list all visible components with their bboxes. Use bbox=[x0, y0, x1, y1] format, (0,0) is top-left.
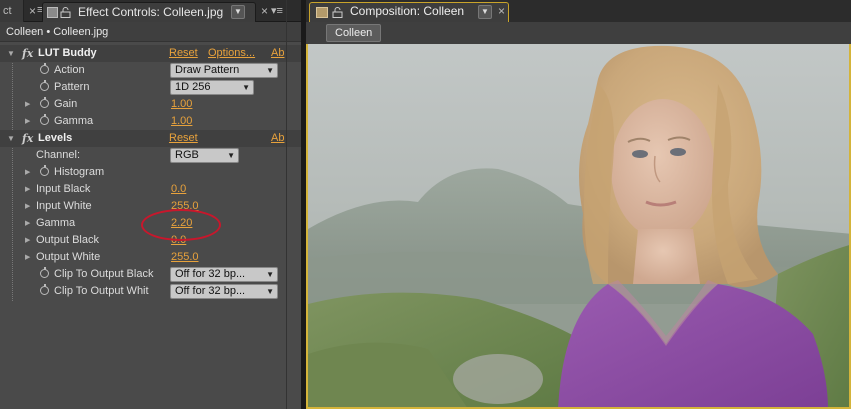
dropdown-value: Off for 32 bp... bbox=[175, 285, 246, 297]
expand-triangle-icon[interactable]: ▶ bbox=[25, 232, 33, 249]
prop-label: Histogram bbox=[54, 166, 105, 178]
prop-label: Channel: bbox=[36, 149, 81, 161]
stopwatch-icon[interactable] bbox=[40, 114, 49, 125]
composition-icon bbox=[316, 7, 328, 18]
tab-effect-controls[interactable]: Effect Controls: Colleen.jpg ▼ bbox=[42, 2, 256, 22]
fx-icon[interactable]: fx bbox=[22, 130, 33, 147]
output-white-value[interactable]: 255.0 bbox=[171, 249, 199, 266]
composition-nav-bar: Colleen bbox=[306, 22, 851, 44]
composition-panel: Composition: Colleen ▼ × Colleen bbox=[306, 0, 851, 409]
expand-triangle-icon[interactable]: ▶ bbox=[25, 164, 33, 181]
tab-composition-label: Composition: Colleen bbox=[350, 4, 465, 18]
panel-menu-icon-right[interactable]: ▾≡ bbox=[271, 4, 283, 17]
effect-name: LUT Buddy bbox=[38, 47, 97, 59]
right-tab-bar: Composition: Colleen ▼ × bbox=[306, 0, 851, 22]
chevron-down-icon: ▼ bbox=[266, 287, 274, 296]
annotation-ellipse bbox=[141, 209, 221, 241]
prop-label: Gamma bbox=[36, 217, 76, 229]
prop-clip-white: Clip To Output Whit Off for 32 bp... ▼ bbox=[0, 283, 301, 300]
about-link[interactable]: Ab bbox=[271, 45, 284, 62]
lock-icon[interactable] bbox=[332, 7, 343, 18]
effect-controls-panel: ct × ≡ Effect Controls: Colleen.jpg ▼ × … bbox=[0, 0, 301, 409]
prop-channel: Channel: RGB ▼ bbox=[0, 147, 301, 164]
channel-dropdown[interactable]: RGB ▼ bbox=[170, 148, 239, 163]
clip-black-dropdown[interactable]: Off for 32 bp... ▼ bbox=[170, 267, 278, 282]
reset-link[interactable]: Reset bbox=[169, 45, 198, 62]
expand-triangle-icon[interactable]: ▶ bbox=[25, 181, 33, 198]
expand-triangle-icon[interactable]: ▼ bbox=[7, 130, 15, 147]
prop-clip-black: Clip To Output Black Off for 32 bp... ▼ bbox=[0, 266, 301, 283]
chevron-down-icon: ▼ bbox=[242, 83, 250, 92]
prop-pattern: Pattern 1D 256 ▼ bbox=[0, 79, 301, 96]
dropdown-value: Draw Pattern bbox=[175, 64, 240, 76]
prop-label: Output White bbox=[36, 251, 101, 263]
chevron-down-icon: ▼ bbox=[227, 151, 235, 160]
prop-action: Action Draw Pattern ▼ bbox=[0, 62, 301, 79]
action-dropdown[interactable]: Draw Pattern ▼ bbox=[170, 63, 278, 78]
dropdown-value: 1D 256 bbox=[175, 81, 211, 93]
tab-close-icon[interactable]: × bbox=[261, 5, 268, 17]
prop-label: Gain bbox=[54, 98, 78, 110]
composition-viewer[interactable] bbox=[306, 44, 851, 409]
prop-label: Action bbox=[54, 64, 85, 76]
input-black-value[interactable]: 0.0 bbox=[171, 181, 186, 198]
expand-triangle-icon[interactable]: ▶ bbox=[25, 96, 33, 113]
breadcrumb: Colleen • Colleen.jpg bbox=[0, 22, 301, 42]
stub-close-icon[interactable]: × bbox=[29, 5, 36, 17]
lock-icon[interactable] bbox=[60, 7, 71, 18]
chevron-down-icon: ▼ bbox=[266, 66, 274, 75]
effect-name: Levels bbox=[38, 132, 73, 144]
tab-dropdown-icon[interactable]: ▼ bbox=[478, 5, 492, 19]
composition-crumb-button[interactable]: Colleen bbox=[326, 24, 382, 42]
fx-icon[interactable]: fx bbox=[22, 45, 33, 62]
prop-label: Clip To Output Whit bbox=[54, 285, 149, 297]
prop-label: Gamma bbox=[54, 115, 94, 127]
pattern-dropdown[interactable]: 1D 256 ▼ bbox=[170, 80, 254, 95]
collapsed-tab[interactable]: ct bbox=[0, 0, 24, 22]
stopwatch-icon[interactable] bbox=[40, 284, 49, 295]
expand-triangle-icon[interactable]: ▶ bbox=[25, 198, 33, 215]
prop-gain: ▶ Gain 1.00 bbox=[0, 96, 301, 113]
gamma-value[interactable]: 1.00 bbox=[171, 113, 192, 130]
stopwatch-icon[interactable] bbox=[40, 63, 49, 74]
dropdown-value: RGB bbox=[175, 149, 199, 161]
prop-output-white: ▶ Output White 255.0 bbox=[0, 249, 301, 266]
stopwatch-icon[interactable] bbox=[40, 80, 49, 91]
prop-gamma-lut: ▶ Gamma 1.00 bbox=[0, 113, 301, 130]
prop-input-black: ▶ Input Black 0.0 bbox=[0, 181, 301, 198]
about-link[interactable]: Ab bbox=[271, 130, 284, 147]
effect-lut-buddy[interactable]: ▼ fx LUT Buddy Reset Options... Ab bbox=[0, 45, 301, 62]
prop-label: Input White bbox=[36, 200, 92, 212]
prop-label: Clip To Output Black bbox=[54, 268, 154, 280]
tab-dropdown-icon[interactable]: ▼ bbox=[231, 5, 245, 19]
clip-white-dropdown[interactable]: Off for 32 bp... ▼ bbox=[170, 284, 278, 299]
prop-histogram: ▶ Histogram bbox=[0, 164, 301, 181]
chevron-down-icon: ▼ bbox=[266, 270, 274, 279]
left-tab-bar: ct × ≡ Effect Controls: Colleen.jpg ▼ × … bbox=[0, 0, 301, 22]
reset-link[interactable]: Reset bbox=[169, 130, 198, 147]
prop-label: Pattern bbox=[54, 81, 90, 93]
panel-scrollbar-line bbox=[286, 0, 287, 409]
viewer-image bbox=[308, 44, 849, 407]
stopwatch-icon[interactable] bbox=[40, 97, 49, 108]
dropdown-value: Off for 32 bp... bbox=[175, 268, 246, 280]
stopwatch-icon[interactable] bbox=[40, 165, 49, 176]
expand-triangle-icon[interactable]: ▼ bbox=[7, 45, 15, 62]
prop-input-white: ▶ Input White 255.0 bbox=[0, 198, 301, 215]
tab-composition[interactable]: Composition: Colleen ▼ bbox=[309, 2, 509, 22]
gain-value[interactable]: 1.00 bbox=[171, 96, 192, 113]
panel-icon bbox=[47, 7, 58, 18]
tab-effect-controls-label: Effect Controls: Colleen.jpg bbox=[78, 5, 224, 19]
options-link[interactable]: Options... bbox=[208, 45, 255, 62]
prop-label: Input Black bbox=[36, 183, 91, 195]
stopwatch-icon[interactable] bbox=[40, 267, 49, 278]
tab-close-icon[interactable]: × bbox=[498, 5, 505, 17]
prop-label: Output Black bbox=[36, 234, 99, 246]
expand-triangle-icon[interactable]: ▶ bbox=[25, 215, 33, 232]
expand-triangle-icon[interactable]: ▶ bbox=[25, 113, 33, 130]
expand-triangle-icon[interactable]: ▶ bbox=[25, 249, 33, 266]
effect-levels[interactable]: ▼ fx Levels Reset Ab bbox=[0, 130, 301, 147]
